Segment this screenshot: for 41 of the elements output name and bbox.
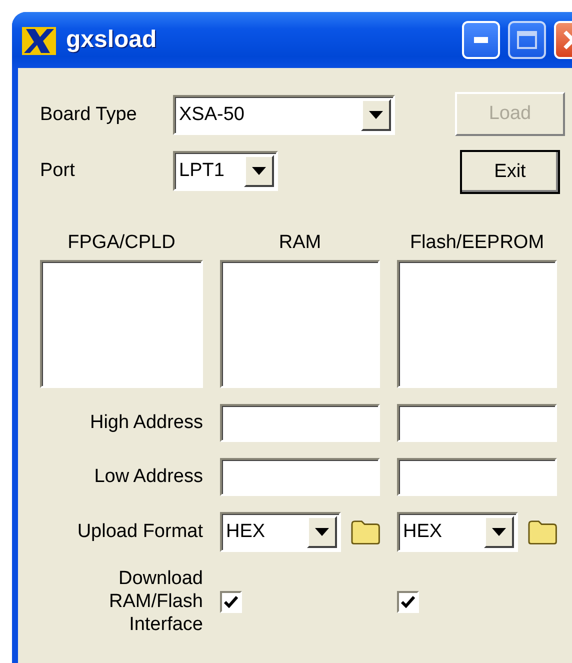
field-label: Port — [40, 160, 76, 182]
column-heading: Flash/EEPROM — [408, 232, 546, 254]
maximize-icon — [517, 31, 537, 49]
window-title: gxsload — [66, 26, 157, 54]
dropdown[interactable]: LPT1 — [173, 151, 278, 191]
maximize-button[interactable] — [508, 21, 546, 59]
folder-icon[interactable] — [350, 519, 380, 545]
caret-icon — [492, 528, 506, 536]
logo-icon — [22, 25, 56, 55]
minimize-icon — [474, 37, 488, 43]
dropdown[interactable]: XSA-50 — [173, 95, 395, 135]
field-label: Low Address — [93, 466, 203, 488]
dropdown[interactable]: HEX — [397, 512, 518, 552]
column-heading: FPGA/CPLD — [66, 232, 176, 254]
checkmark-icon — [401, 596, 415, 608]
dropdown-arrow-button[interactable] — [484, 516, 514, 548]
input-field[interactable] — [220, 404, 380, 442]
field-label: Download RAM/Flash Interface — [108, 568, 203, 636]
input-field[interactable] — [397, 458, 557, 496]
file-list[interactable] — [397, 260, 557, 388]
file-list[interactable] — [220, 260, 380, 388]
input-field[interactable] — [397, 404, 557, 442]
field-label: Upload Format — [76, 521, 203, 543]
input-field[interactable] — [220, 458, 380, 496]
field-label: High Address — [88, 412, 203, 434]
field-label: Board Type — [40, 104, 138, 126]
dropdown-arrow-button[interactable] — [361, 99, 391, 131]
caret-icon — [369, 111, 383, 119]
checkmark-icon — [224, 596, 238, 608]
dropdown-arrow-button[interactable] — [244, 155, 274, 187]
dropdown-arrow-button[interactable] — [306, 516, 337, 548]
checkbox[interactable] — [397, 591, 419, 614]
exit-button[interactable]: Exit — [460, 150, 560, 194]
folder-icon[interactable] — [528, 519, 557, 545]
checkbox[interactable] — [220, 591, 242, 614]
dropdown[interactable]: HEX — [220, 512, 341, 552]
caret-icon — [252, 167, 266, 175]
caret-icon — [314, 528, 329, 536]
file-list[interactable] — [40, 260, 203, 388]
column-heading: RAM — [278, 232, 322, 254]
minimize-button[interactable] — [462, 21, 500, 59]
